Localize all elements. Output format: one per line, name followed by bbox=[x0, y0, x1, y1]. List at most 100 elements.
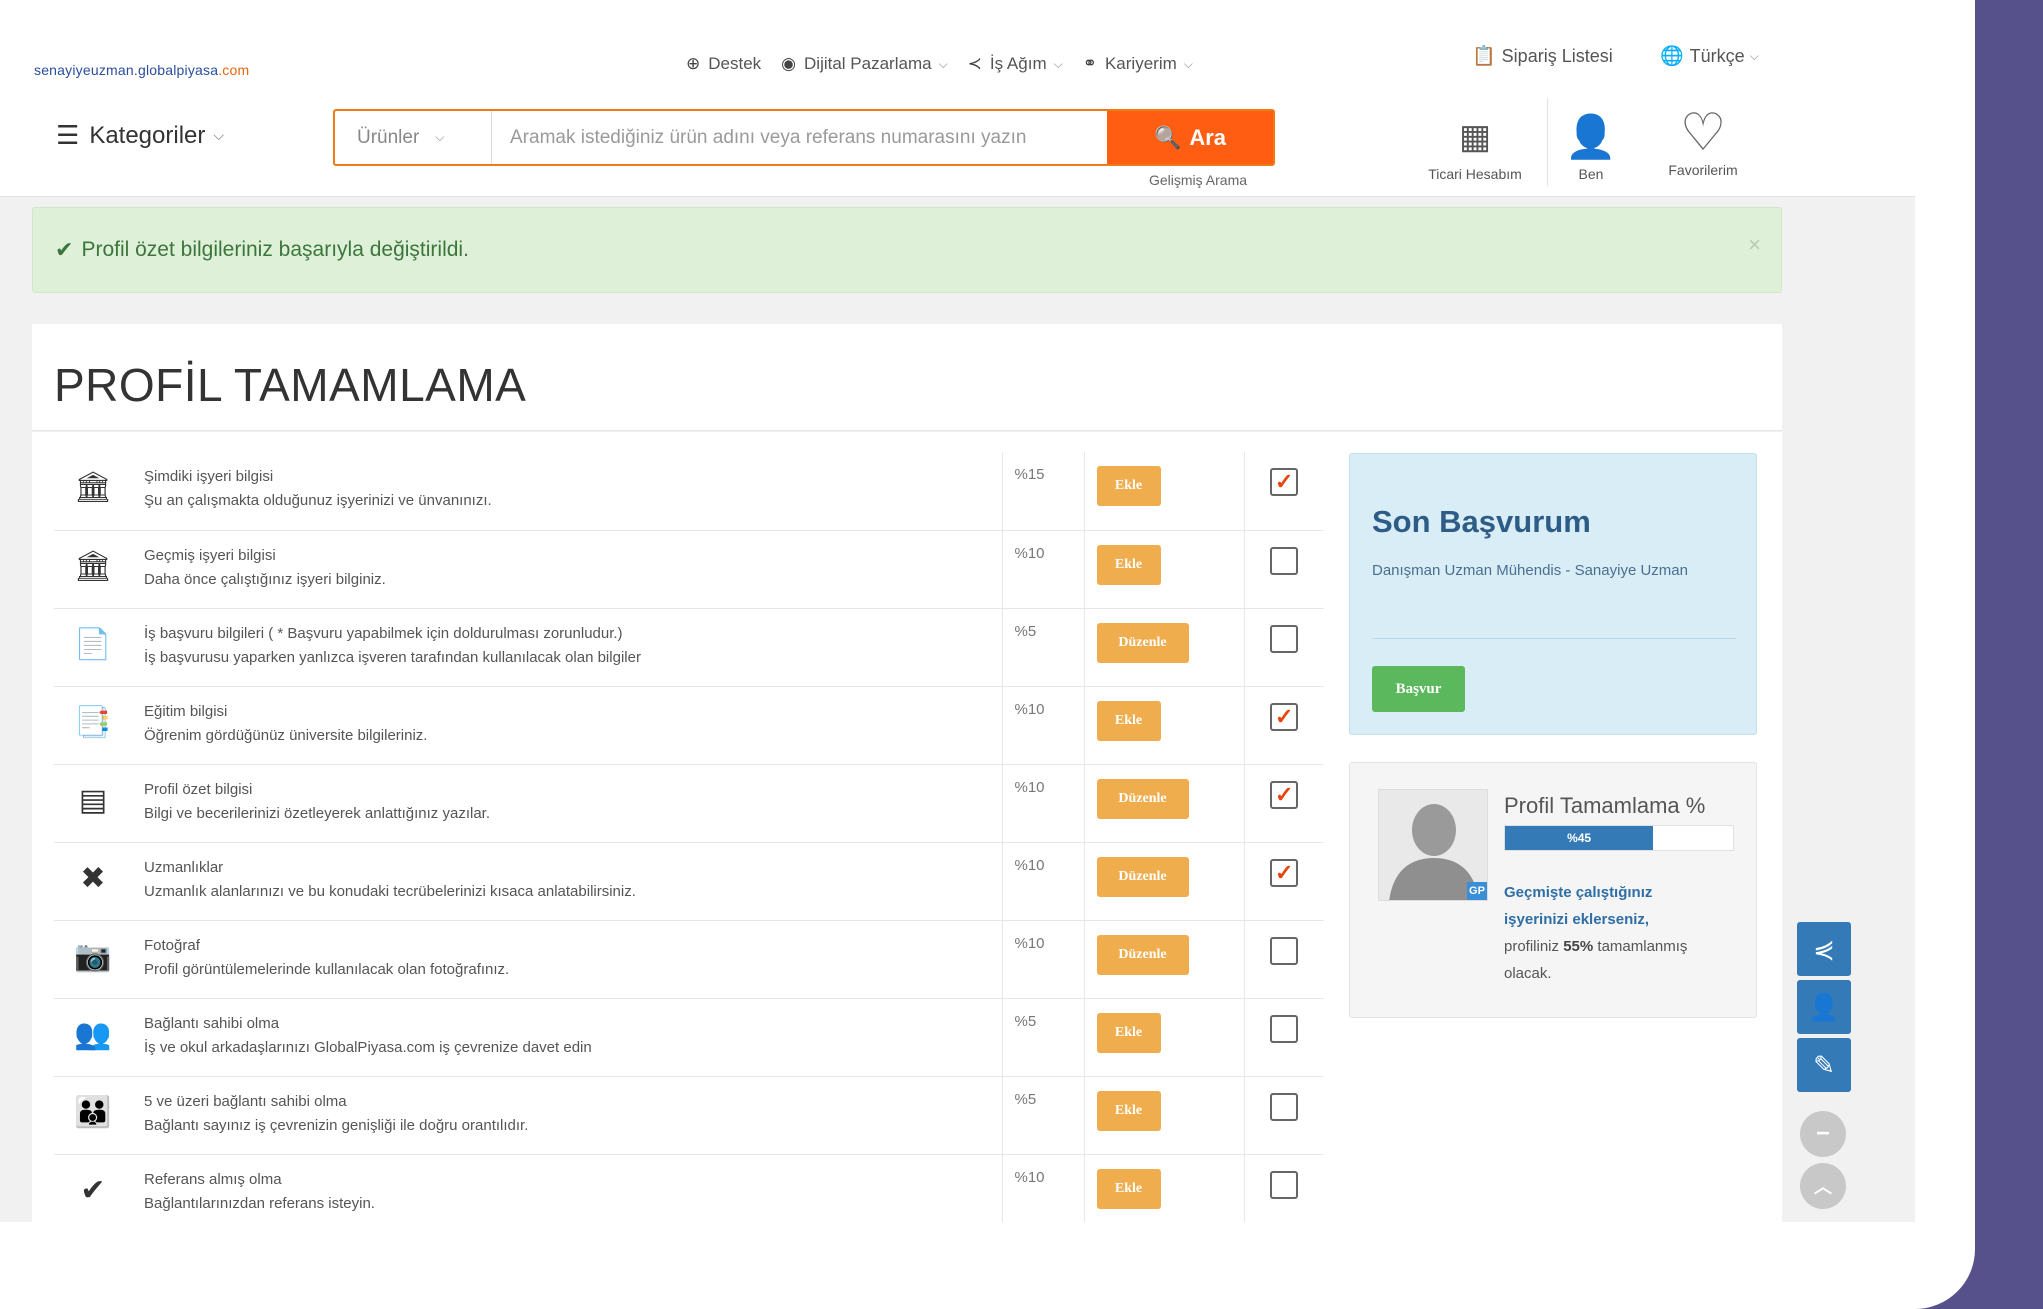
task-checkbox-cell bbox=[1244, 607, 1324, 686]
language-select[interactable]: 🌐 Türkçe ⌵ bbox=[1660, 44, 1759, 68]
task-icon-glyph: 📷 bbox=[74, 939, 112, 973]
task-action-button[interactable]: Ekle bbox=[1096, 466, 1161, 506]
task-action-button[interactable]: Düzenle bbox=[1096, 934, 1189, 975]
task-row: 🏛 Şimdiki işyeri bilgisi Şu an çalışmakta … bbox=[54, 452, 1324, 530]
scroll-top-button[interactable]: ︿ bbox=[1800, 1163, 1846, 1209]
task-checkbox[interactable] bbox=[1270, 936, 1299, 965]
share-button[interactable]: ⋞ bbox=[1797, 922, 1851, 976]
task-text: 5 ve üzeri bağlantı sahibi olma Bağlantı … bbox=[132, 1075, 1003, 1154]
task-action-button[interactable]: Düzenle bbox=[1096, 778, 1189, 819]
task-checkbox-cell bbox=[1244, 529, 1324, 608]
task-percent: %10 bbox=[1002, 1153, 1085, 1222]
task-icon: 👪 bbox=[54, 1075, 132, 1154]
task-icon: 🏛 bbox=[54, 529, 132, 608]
last-application-desc[interactable]: Danışman Uzman Mühendis - Sanayiye Uzman bbox=[1372, 558, 1702, 584]
task-title: Profil özet bilgisi bbox=[144, 780, 253, 798]
task-action-button[interactable]: Düzenle bbox=[1096, 622, 1189, 663]
task-desc: Daha önce çalıştığınız işyeri bilginiz. bbox=[144, 570, 386, 588]
task-title: Fotoğraf bbox=[144, 936, 200, 954]
nav-label: Dijital Pazarlama bbox=[804, 54, 932, 73]
task-percent: %15 bbox=[1002, 452, 1085, 530]
favorites-button[interactable]: ♡ Favorilerim bbox=[1648, 104, 1758, 178]
task-row: 📄 İş başvuru bilgileri ( * Başvuru yapabi… bbox=[54, 607, 1324, 686]
task-icon: 🏛 bbox=[54, 452, 132, 530]
task-icon-glyph: ✖ bbox=[80, 861, 106, 895]
task-text: Profil özet bilgisi Bilgi ve becerilerini… bbox=[132, 763, 1003, 842]
task-checkbox[interactable] bbox=[1270, 624, 1299, 653]
task-percent: %10 bbox=[1002, 841, 1085, 920]
task-checkbox[interactable]: ✓ bbox=[1270, 780, 1299, 809]
nav-kariyerim[interactable]: ⚭ Kariyerim ⌵ bbox=[1083, 54, 1193, 74]
site-logo[interactable]: senayiyeuzman.globalpiyasa.com bbox=[34, 62, 249, 78]
last-application-box: Son Başvurum Danışman Uzman Mühendis - S… bbox=[1349, 453, 1757, 735]
nav-is-agim[interactable]: ≺ İş Ağım ⌵ bbox=[968, 54, 1063, 74]
task-action-cell: Ekle bbox=[1084, 1153, 1245, 1222]
task-checkbox[interactable]: ✓ bbox=[1270, 702, 1299, 731]
task-checkbox[interactable] bbox=[1270, 1014, 1299, 1043]
task-desc: İş ve okul arkadaşlarınızı GlobalPiyasa.… bbox=[144, 1038, 592, 1056]
close-icon[interactable]: × bbox=[1748, 232, 1761, 258]
task-icon-glyph: 👥 bbox=[74, 1017, 112, 1051]
task-checkbox[interactable] bbox=[1270, 1170, 1299, 1199]
minus-icon: − bbox=[1815, 1120, 1830, 1147]
task-checkbox[interactable] bbox=[1270, 1092, 1299, 1121]
task-icon-glyph: 👪 bbox=[74, 1095, 112, 1129]
collapse-button[interactable]: − bbox=[1800, 1111, 1846, 1157]
task-row: ✔ Referans almış olma Bağlantılarınızdan r… bbox=[54, 1153, 1324, 1222]
nav-dijital-pazarlama[interactable]: ◉ Dijital Pazarlama ⌵ bbox=[781, 54, 948, 74]
task-checkbox[interactable]: ✓ bbox=[1270, 468, 1299, 496]
task-checkbox-cell: ✓ bbox=[1244, 841, 1324, 920]
profile-button[interactable]: 👤 bbox=[1797, 980, 1851, 1034]
me-label: Ben bbox=[1578, 166, 1604, 182]
task-icon: 📄 bbox=[54, 607, 132, 686]
nav-destek[interactable]: ⊕ Destek bbox=[686, 54, 761, 74]
task-icon-glyph: ▤ bbox=[78, 783, 108, 817]
task-action-button[interactable]: Ekle bbox=[1096, 1012, 1161, 1053]
pencil-icon: ✎ bbox=[1813, 1049, 1835, 1080]
task-icon-glyph: 📑 bbox=[74, 705, 112, 739]
search-button[interactable]: 🔍 Ara bbox=[1107, 111, 1273, 164]
task-percent: %10 bbox=[1002, 763, 1085, 842]
page-title: PROFİL TAMAMLAMA bbox=[54, 359, 527, 411]
advanced-search-link[interactable]: Gelişmiş Arama bbox=[1149, 172, 1247, 188]
task-action-button[interactable]: Ekle bbox=[1096, 544, 1161, 585]
task-checkbox-cell: ✓ bbox=[1244, 763, 1324, 842]
order-list-link[interactable]: 📋 Sipariş Listesi bbox=[1472, 44, 1613, 68]
categories-label: Kategoriler bbox=[89, 121, 206, 149]
task-action-button[interactable]: Ekle bbox=[1096, 1090, 1161, 1131]
task-checkbox[interactable] bbox=[1270, 546, 1299, 575]
task-action-cell: Düzenle bbox=[1084, 607, 1245, 686]
task-action-cell: Ekle bbox=[1084, 1075, 1245, 1154]
completion-message: Geçmişte çalıştığınız işyerinizi eklerse… bbox=[1504, 879, 1704, 987]
search-input[interactable] bbox=[492, 111, 1107, 164]
task-desc: Bilgi ve becerilerinizi özetleyerek anla… bbox=[144, 804, 490, 822]
edit-button[interactable]: ✎ bbox=[1797, 1038, 1851, 1092]
categories-menu[interactable]: ☰ Kategoriler ⌵ bbox=[56, 120, 224, 151]
task-action-cell: Düzenle bbox=[1084, 763, 1245, 842]
trade-account-button[interactable]: ▦ Ticari Hesabım bbox=[1410, 108, 1540, 182]
task-checkbox-cell bbox=[1244, 997, 1324, 1076]
task-percent: %10 bbox=[1002, 529, 1085, 608]
favorites-label: Favorilerim bbox=[1668, 162, 1738, 178]
completion-msg-value: 55% bbox=[1563, 938, 1594, 955]
chevron-down-icon: ⌵ bbox=[435, 130, 445, 144]
completion-hint-link[interactable]: Geçmişte çalıştığınız işyerinizi eklerse… bbox=[1504, 884, 1652, 928]
task-action-button[interactable]: Ekle bbox=[1096, 700, 1161, 741]
search-category-select[interactable]: Ürünler ⌵ bbox=[335, 111, 492, 164]
task-title: Referans almış olma bbox=[144, 1170, 282, 1188]
me-button[interactable]: 👤 Ben bbox=[1558, 108, 1624, 182]
task-desc: Uzmanlık alanlarınızı ve bu konudaki tec… bbox=[144, 882, 636, 900]
task-checkbox[interactable]: ✓ bbox=[1270, 858, 1299, 887]
last-application-title: Son Başvurum bbox=[1372, 504, 1591, 539]
task-title: 5 ve üzeri bağlantı sahibi olma bbox=[144, 1092, 347, 1110]
task-row: 📷 Fotoğraf Profil görüntülemelerinde kulla… bbox=[54, 919, 1324, 998]
task-checkbox-cell: ✓ bbox=[1244, 452, 1324, 530]
task-action-cell: Düzenle bbox=[1084, 919, 1245, 998]
task-icon: ✖ bbox=[54, 841, 132, 920]
task-action-button[interactable]: Düzenle bbox=[1096, 856, 1189, 897]
apply-button[interactable]: Başvur bbox=[1372, 666, 1465, 712]
task-checkbox-cell bbox=[1244, 919, 1324, 998]
task-action-button[interactable]: Ekle bbox=[1096, 1168, 1161, 1209]
completion-msg-mid: profiliniz bbox=[1504, 938, 1560, 955]
search-button-label: Ara bbox=[1189, 124, 1227, 150]
